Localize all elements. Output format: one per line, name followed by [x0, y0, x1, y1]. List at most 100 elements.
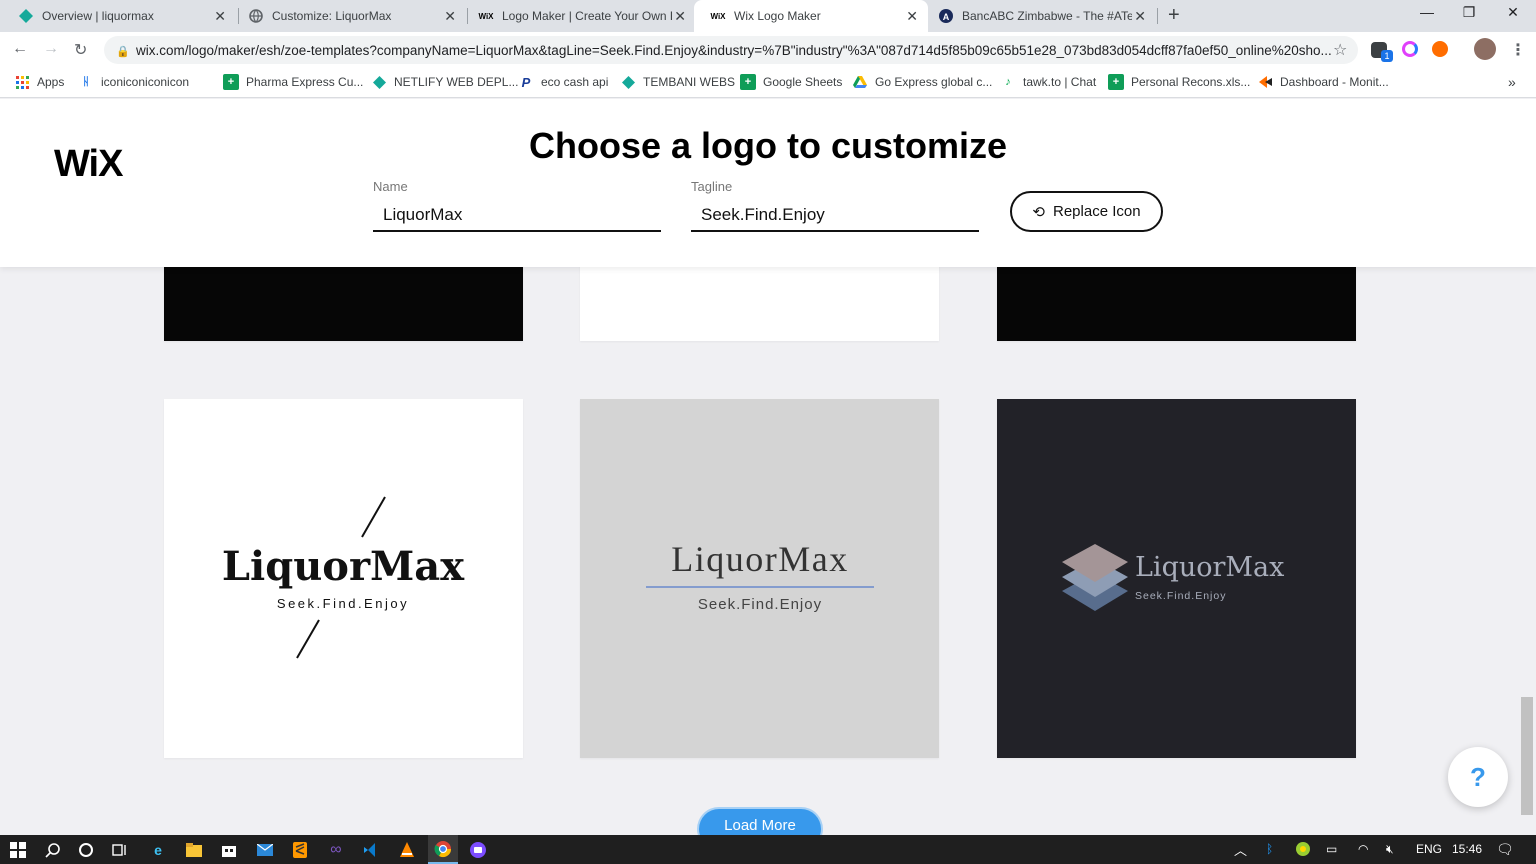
menu-kebab-icon[interactable]: ⋮ — [1510, 40, 1526, 60]
tab-logo-maker[interactable]: WiX Logo Maker | Create Your Own Fr ✕ — [462, 0, 696, 32]
restore-button[interactable]: ❐ — [1446, 4, 1492, 21]
notifications-icon[interactable]: 🗨︎ — [1496, 841, 1514, 858]
sheets-icon: + — [1108, 74, 1124, 90]
wix-icon: WiX — [710, 11, 726, 21]
bookmark-tawk[interactable]: ♪ tawk.to | Chat — [1000, 74, 1096, 90]
page-scrollbar[interactable] — [1521, 697, 1533, 815]
vlc-icon[interactable] — [397, 840, 417, 860]
logo-tagline: Seek.Find.Enjoy — [1135, 590, 1226, 602]
tab-overview-liquormax[interactable]: Overview | liquormax ✕ — [2, 0, 236, 32]
bookmark-pharma-express[interactable]: + Pharma Express Cu... — [223, 74, 363, 90]
close-tab-icon[interactable]: ✕ — [1134, 8, 1146, 24]
bookmark-tembani[interactable]: TEMBANI WEBS — [620, 74, 735, 90]
replace-icon-button[interactable]: ⟲ Replace Icon — [1010, 191, 1163, 232]
close-tab-icon[interactable]: ✕ — [444, 8, 456, 24]
close-tab-icon[interactable]: ✕ — [906, 8, 918, 24]
app-icon[interactable] — [468, 840, 488, 860]
globe-icon — [248, 8, 264, 24]
logo-card[interactable] — [997, 259, 1356, 341]
vscode-icon[interactable] — [361, 840, 381, 860]
bookmark-google-sheets[interactable]: + Google Sheets — [740, 74, 842, 90]
lock-icon[interactable]: 🔒 — [116, 45, 130, 58]
logo-preview: LiquorMax Seek.Find.Enjoy — [222, 496, 465, 659]
bookmarks-bar: Apps ᚺ iconiconiconicon + Pharma Express… — [0, 68, 1536, 98]
logo-card[interactable]: LiquorMax Seek.Find.Enjoy — [164, 399, 523, 758]
file-explorer-icon[interactable] — [184, 840, 204, 860]
bluetooth-icon[interactable]: ᛒ — [1266, 842, 1273, 856]
tagline-input[interactable] — [691, 200, 979, 232]
bookmark-apps[interactable]: Apps — [14, 74, 64, 90]
forward-icon[interactable]: → — [43, 40, 59, 58]
minimize-button[interactable]: — — [1404, 4, 1450, 20]
logo-name: LiquorMax — [671, 539, 848, 579]
clock[interactable]: 15:46 — [1452, 842, 1482, 856]
bookmarks-overflow[interactable]: » — [1508, 74, 1516, 90]
search-icon[interactable] — [43, 840, 63, 860]
bookmark-netlify-web[interactable]: NETLIFY WEB DEPL... — [371, 74, 518, 90]
name-label: Name — [373, 179, 408, 194]
close-tab-icon[interactable]: ✕ — [674, 8, 686, 24]
logo-card[interactable] — [164, 259, 523, 341]
tab-customize-liquormax[interactable]: Customize: LiquorMax ✕ — [232, 0, 466, 32]
page-viewport: WiX Choose a logo to customize Name Tagl… — [0, 99, 1536, 835]
netlify-icon — [620, 74, 636, 90]
edge-icon[interactable]: e — [148, 840, 168, 860]
bookmark-label: Personal Recons.xls... — [1131, 75, 1251, 89]
tagline-label: Tagline — [691, 179, 733, 194]
logo-card[interactable] — [580, 259, 939, 341]
netlify-icon — [371, 74, 387, 90]
store-icon[interactable] — [219, 840, 239, 860]
tab-bancabc[interactable]: A BancABC Zimbabwe - The #ATea ✕ — [922, 0, 1156, 32]
tab-title: BancABC Zimbabwe - The #ATea — [962, 9, 1132, 23]
wifi-icon[interactable]: ◠ — [1358, 842, 1368, 856]
cortana-icon[interactable] — [76, 840, 96, 860]
flame-extension-icon[interactable] — [1432, 41, 1448, 57]
mail-icon[interactable] — [255, 840, 275, 860]
tab-strip: Overview | liquormax ✕ Customize: Liquor… — [0, 0, 1536, 32]
logo-card[interactable]: LiquorMax Seek.Find.Enjoy — [997, 399, 1356, 758]
infinity-app-icon[interactable]: ∞ — [326, 840, 346, 860]
windows-start-icon[interactable] — [8, 840, 28, 860]
load-more-button[interactable]: Load More — [699, 809, 821, 835]
bookmark-eco-cash[interactable]: P eco cash api — [518, 74, 609, 90]
battery-icon[interactable]: ▭ — [1326, 842, 1337, 856]
back-icon[interactable]: ← — [12, 40, 28, 58]
bookmark-star-icon[interactable]: ☆ — [1333, 40, 1347, 60]
volume-muted-icon[interactable]: 🔇︎ — [1386, 842, 1394, 857]
reload-icon[interactable]: ↻ — [74, 40, 87, 60]
sublime-text-icon[interactable] — [290, 840, 310, 860]
show-hidden-icons-icon[interactable]: ︿ — [1234, 840, 1247, 859]
task-view-icon[interactable] — [110, 840, 130, 860]
tawk-icon: ♪ — [1005, 76, 1011, 88]
bookmark-label: TEMBANI WEBS — [643, 75, 736, 89]
close-tab-icon[interactable]: ✕ — [214, 8, 226, 24]
bookmark-label: NETLIFY WEB DEPL... — [394, 75, 519, 89]
bookmark-dashboard[interactable]: Dashboard - Monit... — [1257, 74, 1389, 90]
name-input[interactable] — [373, 200, 661, 232]
avatar[interactable] — [1474, 38, 1496, 60]
logo-tagline: Seek.Find.Enjoy — [698, 596, 822, 613]
wix-icon: WiX — [478, 11, 494, 21]
logo-card[interactable]: LiquorMax Seek.Find.Enjoy — [580, 399, 939, 758]
page-title: Choose a logo to customize — [528, 125, 1008, 166]
close-window-button[interactable]: ✕ — [1490, 4, 1536, 21]
bookmark-label: Go Express global c... — [875, 75, 993, 89]
iconicon-icon: ᚺ — [82, 76, 90, 88]
bookmark-personal-recons[interactable]: + Personal Recons.xls... — [1108, 74, 1250, 90]
tab-title: Wix Logo Maker — [734, 9, 821, 23]
app-tray-icon[interactable] — [1296, 842, 1310, 859]
bookmark-label: tawk.to | Chat — [1023, 75, 1097, 89]
address-bar[interactable]: wix.com/logo/maker/esh/zoe-templates?com… — [104, 36, 1358, 64]
url-text[interactable]: wix.com/logo/maker/esh/zoe-templates?com… — [136, 43, 1332, 58]
new-tab-button[interactable]: + — [1168, 4, 1180, 27]
chrome-icon[interactable] — [428, 835, 458, 864]
help-button[interactable]: ? — [1448, 747, 1508, 807]
tab-title: Customize: LiquorMax — [272, 9, 392, 23]
bookmark-iconicon[interactable]: ᚺ iconiconiconicon — [78, 74, 189, 90]
svg-text:A: A — [943, 12, 950, 22]
bookmark-go-express[interactable]: Go Express global c... — [852, 74, 992, 90]
language-indicator[interactable]: ENG — [1416, 842, 1442, 856]
clickup-extension-icon[interactable] — [1402, 41, 1418, 57]
netlify-icon — [18, 8, 34, 24]
tab-wix-logo-maker[interactable]: WiX Wix Logo Maker ✕ — [694, 0, 928, 32]
